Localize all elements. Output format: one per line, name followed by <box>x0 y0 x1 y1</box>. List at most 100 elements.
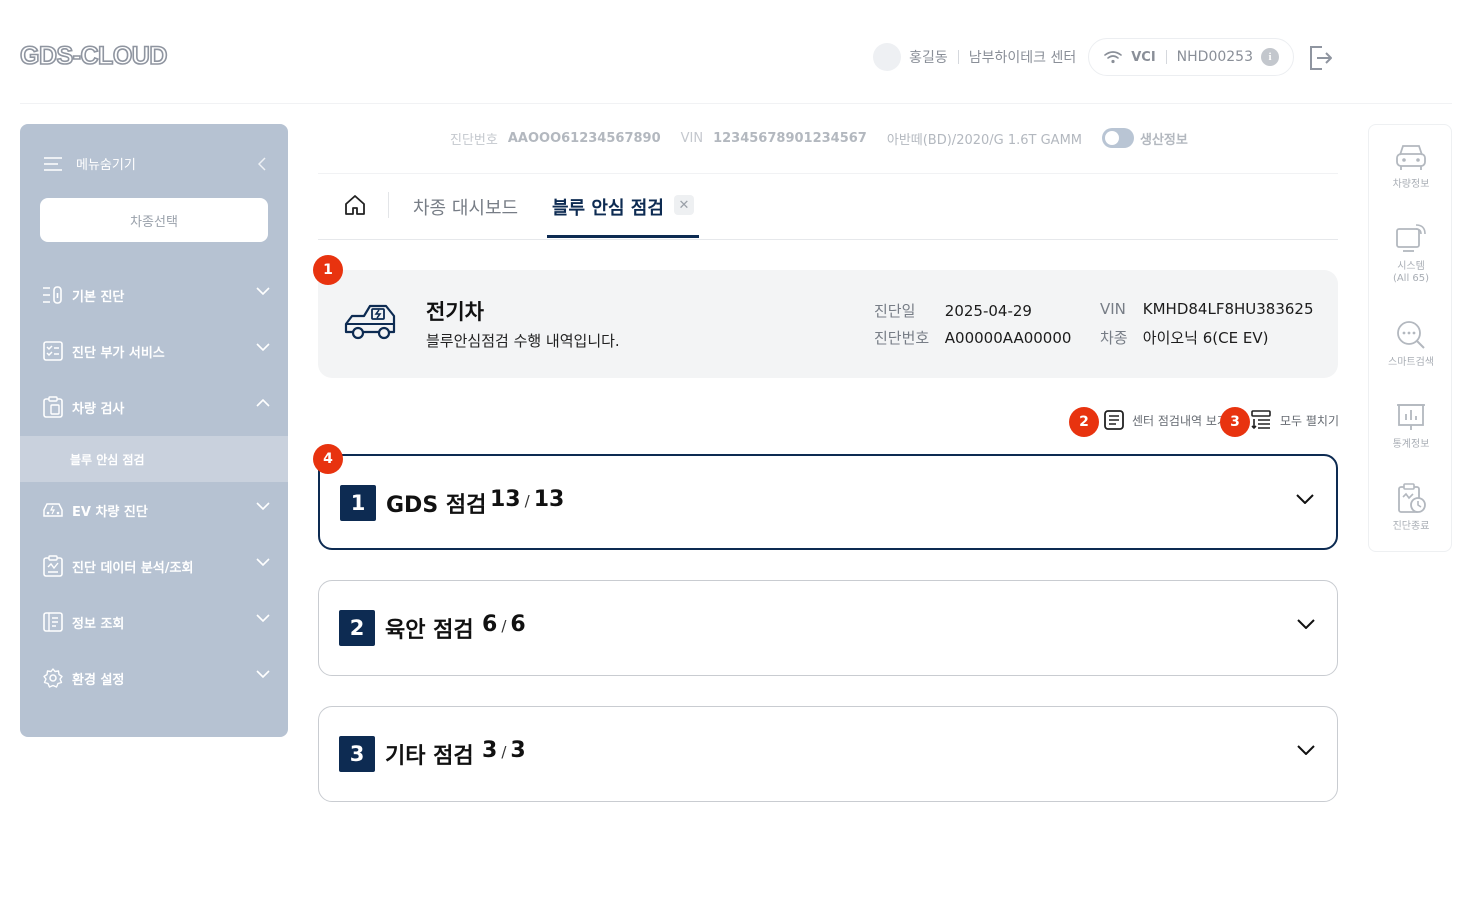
rail-label: 스마트검색 <box>1388 357 1434 368</box>
section-other-inspection[interactable]: 3 기타 점검 3/3 <box>318 706 1338 802</box>
diag-date: 진단일 2025-04-29 <box>874 300 1032 321</box>
rail-label: 진단종료 <box>1392 521 1430 532</box>
tab-home[interactable] <box>344 194 366 220</box>
avatar[interactable] <box>873 43 902 71</box>
chevron-up-icon <box>256 399 270 407</box>
chevron-down-icon[interactable] <box>1297 745 1315 755</box>
rail-label: 시스템 (All 65) <box>1393 261 1429 285</box>
section-number: 3 <box>339 736 375 772</box>
info-lookup-icon <box>42 611 64 633</box>
model-value: 아이오닉 6(CE EV) <box>1142 329 1269 347</box>
model-select-button[interactable]: 차종선택 <box>40 198 268 242</box>
sidebar-item-data-analysis[interactable]: 진단 데이터 분석/조회 <box>20 544 288 588</box>
tab-model-dashboard[interactable]: 차종 대시보드 <box>413 194 518 220</box>
sidebar-item-ev-diagnosis[interactable]: EV 차량 진단 <box>20 488 288 532</box>
diag-number: 진단번호 A00000AA00000 <box>874 327 1071 348</box>
rail-label: 차량정보 <box>1392 179 1430 190</box>
wifi-icon <box>1104 51 1123 64</box>
production-info-label: 생산정보 <box>1140 132 1188 148</box>
chevron-down-icon <box>256 343 270 351</box>
sidebar-item-settings[interactable]: 환경 설정 <box>20 656 288 700</box>
rail-system[interactable]: 시스템 (All 65) <box>1369 223 1453 285</box>
car-icon <box>1396 145 1426 170</box>
sidebar-item-info-lookup[interactable]: 정보 조회 <box>20 600 288 644</box>
sidebar-item-label: 차량 검사 <box>72 401 125 417</box>
sidebar-item-vehicle-inspection[interactable]: 차량 검사 <box>20 385 288 429</box>
sidebar-subitem-blue-inspection[interactable]: 블루 안심 점검 <box>20 436 288 482</box>
home-icon <box>345 195 365 215</box>
ev-title: 전기차 <box>426 300 484 324</box>
sidebar: 메뉴숨기기 차종선택 기본 진단 진단 부가 서비스 차량 검사 블루 안심 점… <box>20 124 288 737</box>
section-title: 육안 점검 <box>385 618 474 643</box>
close-icon[interactable]: ✕ <box>674 195 694 215</box>
logout-button[interactable] <box>1306 44 1334 72</box>
slash: / <box>501 743 507 761</box>
app-logo: GDS-CLOUD <box>19 41 168 71</box>
sidebar-item-label: 환경 설정 <box>72 672 125 688</box>
vin-label: VIN <box>1100 300 1126 318</box>
chart-board-icon <box>1397 404 1425 430</box>
vehicle-model: 아반떼(BD)/2020/G 1.6T GAMM <box>886 132 1083 148</box>
ev-car-icon <box>344 304 396 340</box>
diag-date-value: 2025-04-29 <box>944 302 1032 320</box>
vin-value: 12345678901234567 <box>713 130 867 146</box>
expand-all-button[interactable]: 모두 펼치기 <box>1250 410 1339 430</box>
section-gds-inspection[interactable]: 1 GDS 점검 13/13 <box>318 454 1338 550</box>
callout-badge-1: 1 <box>313 255 343 285</box>
system-monitor-icon <box>1396 224 1426 252</box>
sidebar-item-basic-diagnosis[interactable]: 기본 진단 <box>20 273 288 317</box>
chevron-down-icon <box>256 670 270 678</box>
section-progress: 6/6 <box>482 612 526 637</box>
rail-statistics[interactable]: 통계정보 <box>1369 401 1453 451</box>
tab-blue-inspection[interactable]: 블루 안심 점검 <box>552 194 664 220</box>
rail-vehicle-info[interactable]: 차량정보 <box>1369 141 1453 191</box>
vci-id: NHD00253 <box>1176 49 1253 65</box>
section-total: 6 <box>510 612 526 637</box>
expand-all-label: 모두 펼치기 <box>1280 413 1340 428</box>
menu-toggle-label: 메뉴숨기기 <box>76 158 136 173</box>
chevron-down-icon[interactable] <box>1297 619 1315 629</box>
system-label: 시스템 <box>1397 261 1425 272</box>
production-info-toggle[interactable] <box>1102 128 1135 148</box>
chevron-left-icon[interactable] <box>258 157 266 171</box>
callout-badge-4: 4 <box>313 444 343 474</box>
hamburger-icon <box>44 156 62 171</box>
data-analysis-icon <box>42 555 64 577</box>
vci-status[interactable]: VCI NHD00253 i <box>1088 38 1294 76</box>
chevron-down-icon[interactable] <box>1296 494 1314 504</box>
basic-diagnosis-icon <box>42 284 64 306</box>
center-history-label: 센터 점검내역 보기 <box>1132 413 1228 428</box>
diag-number-label: 진단번호 <box>874 329 930 347</box>
center-history-button[interactable]: 센터 점검내역 보기 <box>1104 410 1228 430</box>
callout-badge-2: 2 <box>1069 407 1099 437</box>
expand-list-icon <box>1251 410 1271 430</box>
chevron-down-icon <box>256 287 270 295</box>
model-label: 차종 <box>1100 329 1128 347</box>
section-total: 3 <box>510 738 526 763</box>
info-icon[interactable]: i <box>1261 48 1279 66</box>
system-count: (All 65) <box>1392 273 1430 284</box>
sidebar-item-label: EV 차량 진단 <box>72 504 148 520</box>
user-name: 홍길동 <box>909 50 948 66</box>
menu-toggle-button[interactable]: 메뉴숨기기 <box>44 154 136 173</box>
gear-icon <box>42 667 64 689</box>
chevron-down-icon <box>256 558 270 566</box>
sidebar-item-label: 기본 진단 <box>72 289 125 305</box>
diag-number-value: AAOOO61234567890 <box>507 130 661 146</box>
right-quick-rail: 차량정보 시스템 (All 65) 스마트검색 통계정보 진단종료 <box>1368 124 1452 552</box>
divider <box>388 192 389 218</box>
rail-smart-search[interactable]: 스마트검색 <box>1369 319 1453 369</box>
tab-bar: 차종 대시보드 블루 안심 점검 ✕ <box>318 174 1338 240</box>
vin-value: KMHD84LF8HU383625 <box>1142 300 1314 318</box>
rail-end-diagnosis[interactable]: 진단종료 <box>1369 483 1453 533</box>
header-user-area: 홍길동 남부하이테크 센터 VCI NHD00253 i <box>873 38 1294 76</box>
active-tab-indicator <box>547 235 699 238</box>
section-number: 2 <box>339 610 375 646</box>
diag-number-value: A00000AA00000 <box>944 329 1072 347</box>
slash: / <box>524 492 530 510</box>
document-icon <box>1104 410 1124 430</box>
sidebar-item-label: 진단 데이터 분석/조회 <box>72 560 194 576</box>
section-visual-inspection[interactable]: 2 육안 점검 6/6 <box>318 580 1338 676</box>
clipboard-icon <box>42 396 64 418</box>
sidebar-item-diag-services[interactable]: 진단 부가 서비스 <box>20 329 288 373</box>
